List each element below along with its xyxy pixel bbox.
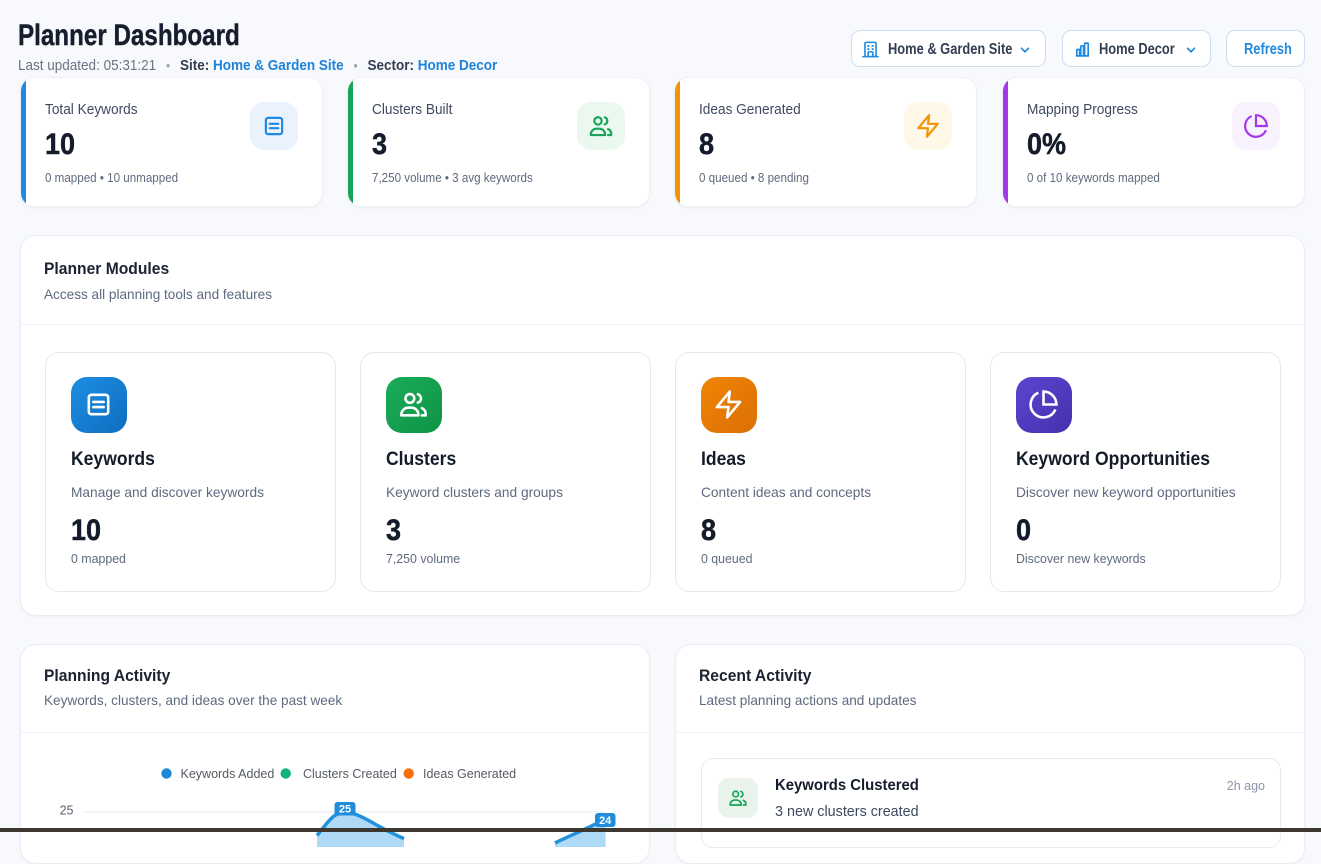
svg-text:25: 25 <box>339 804 351 816</box>
svg-text:Ideas Generated: Ideas Generated <box>423 767 516 781</box>
svg-text:25: 25 <box>60 804 74 818</box>
svg-text:Keywords Added: Keywords Added <box>181 767 275 781</box>
svg-text:Clusters Created: Clusters Created <box>303 767 397 781</box>
svg-text:24: 24 <box>599 815 612 827</box>
